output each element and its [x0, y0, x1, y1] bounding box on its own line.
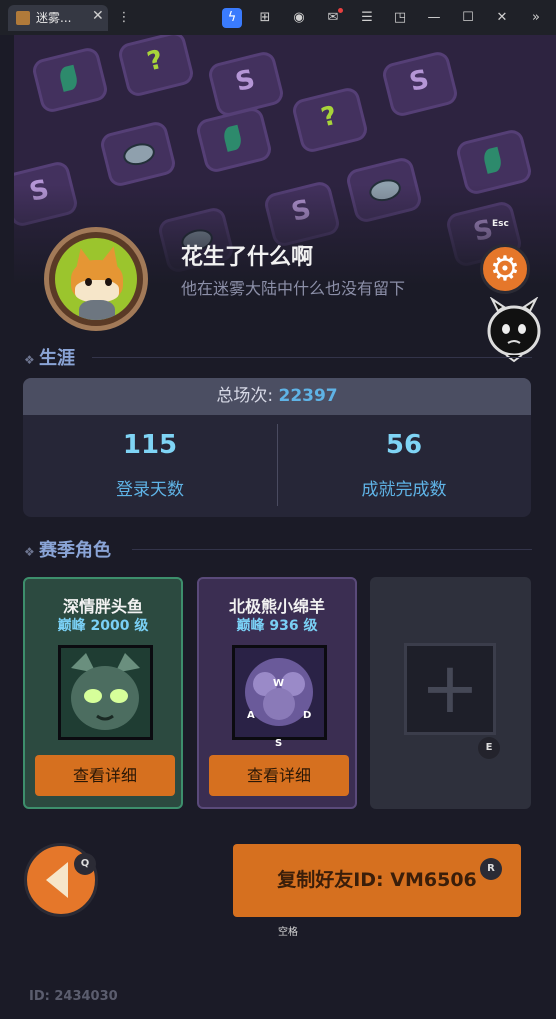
esc-hotkey-label: Esc — [492, 219, 509, 229]
menu-icon[interactable]: ☰ — [357, 8, 377, 28]
character-portrait-2 — [232, 645, 327, 740]
copy-friend-id-button[interactable]: 复制好友ID: VM6506 — [233, 844, 521, 917]
view-details-button-1[interactable]: 查看详细 — [35, 755, 175, 796]
career-heading-text: 生涯 — [39, 348, 75, 369]
career-heading: ❖ 生涯 — [24, 344, 75, 370]
gamepad-icon[interactable]: ⊞ — [255, 8, 275, 28]
divider — [132, 549, 532, 550]
season-heading: ❖ 赛季角色 — [24, 536, 111, 562]
key-d-label: D — [303, 710, 312, 721]
crop-icon[interactable]: ◳ — [390, 8, 410, 28]
login-days-label: 登录天数 — [116, 480, 184, 500]
view-details-button-2[interactable]: 查看详细 — [209, 755, 349, 796]
mascot-icon[interactable] — [486, 297, 542, 363]
add-character-slot[interactable]: + E — [370, 577, 531, 809]
q-hotkey-badge: Q — [74, 853, 96, 875]
r-hotkey-badge: R — [480, 858, 502, 880]
tab-close-icon[interactable]: ✕ — [92, 8, 104, 24]
fox-avatar-icon — [55, 238, 137, 320]
chest-leaf-icon — [30, 45, 110, 115]
maximize-icon[interactable]: ☐ — [458, 8, 478, 28]
player-avatar[interactable] — [44, 227, 148, 331]
character-card-1[interactable]: 深情胖头鱼 巅峰 2000 级 查看详细 — [23, 577, 183, 809]
season-heading-text: 赛季角色 — [39, 540, 111, 561]
key-s-label: S — [275, 738, 283, 749]
browser-tab[interactable]: 迷雾... ✕ — [8, 5, 108, 31]
plus-icon: + — [404, 643, 496, 735]
player-name: 花生了什么啊 — [181, 245, 314, 270]
character-card-2[interactable]: 北极熊小绵羊 巅峰 936 级 W A D S 查看详细 — [197, 577, 357, 809]
character-level: 巅峰 2000 级 — [57, 618, 149, 634]
tab-menu-icon[interactable]: ⋮ — [114, 8, 134, 28]
diamond-icon: ❖ — [24, 353, 35, 367]
more-icon[interactable]: » — [526, 8, 546, 28]
tab-favicon-icon — [16, 11, 30, 25]
key-a-label: A — [247, 710, 255, 721]
game-viewport: ? S S ? S S S 花生了什么啊 他在迷雾大陆中什么也没有留下 Esc … — [14, 35, 556, 1019]
key-w-label: W — [273, 678, 285, 689]
bolt-icon[interactable]: ϟ — [222, 8, 242, 28]
player-id: ID: 2434030 — [29, 989, 118, 1004]
back-arrow-icon — [46, 862, 68, 898]
mail-icon[interactable]: ✉ — [323, 8, 343, 28]
diamond-icon: ❖ — [24, 545, 35, 559]
total-games-value: 22397 — [278, 386, 338, 406]
browser-titlebar: 迷雾... ✕ ⋮ ϟ ⊞ ◉ ✉ ☰ ◳ — ☐ ✕ » — [0, 0, 556, 35]
space-hotkey-label: 空格 — [278, 927, 298, 938]
notification-dot — [338, 8, 343, 13]
e-hotkey-badge: E — [478, 737, 500, 759]
chest-question-icon: ? — [116, 35, 196, 99]
chest-oval-icon — [98, 119, 178, 189]
achievements-label: 成就完成数 — [361, 480, 447, 500]
gear-icon: ⚙ — [489, 249, 521, 289]
character-name: 北极熊小绵羊 — [228, 597, 325, 616]
account-icon[interactable]: ◉ — [289, 8, 309, 28]
character-portrait-1 — [58, 645, 153, 740]
career-card: 总场次: 22397 115 登录天数 56 成就完成数 — [23, 378, 531, 517]
close-icon[interactable]: ✕ — [492, 8, 512, 28]
achievements-value: 56 — [385, 430, 423, 460]
login-days-value: 115 — [122, 430, 178, 460]
total-games-bar: 总场次: 22397 — [23, 378, 531, 415]
chest-s-icon: S — [380, 49, 460, 119]
player-subtitle: 他在迷雾大陆中什么也没有留下 — [181, 279, 406, 298]
divider — [92, 357, 532, 358]
chest-leaf-icon — [194, 105, 274, 175]
character-level: 巅峰 936 级 — [236, 618, 318, 634]
minimize-icon[interactable]: — — [424, 8, 444, 28]
tab-title: 迷雾... — [36, 11, 72, 25]
total-games-label: 总场次: — [216, 386, 279, 406]
chest-question-icon: ? — [290, 85, 370, 155]
character-name: 深情胖头鱼 — [62, 597, 143, 616]
settings-button[interactable]: ⚙ — [480, 244, 530, 294]
